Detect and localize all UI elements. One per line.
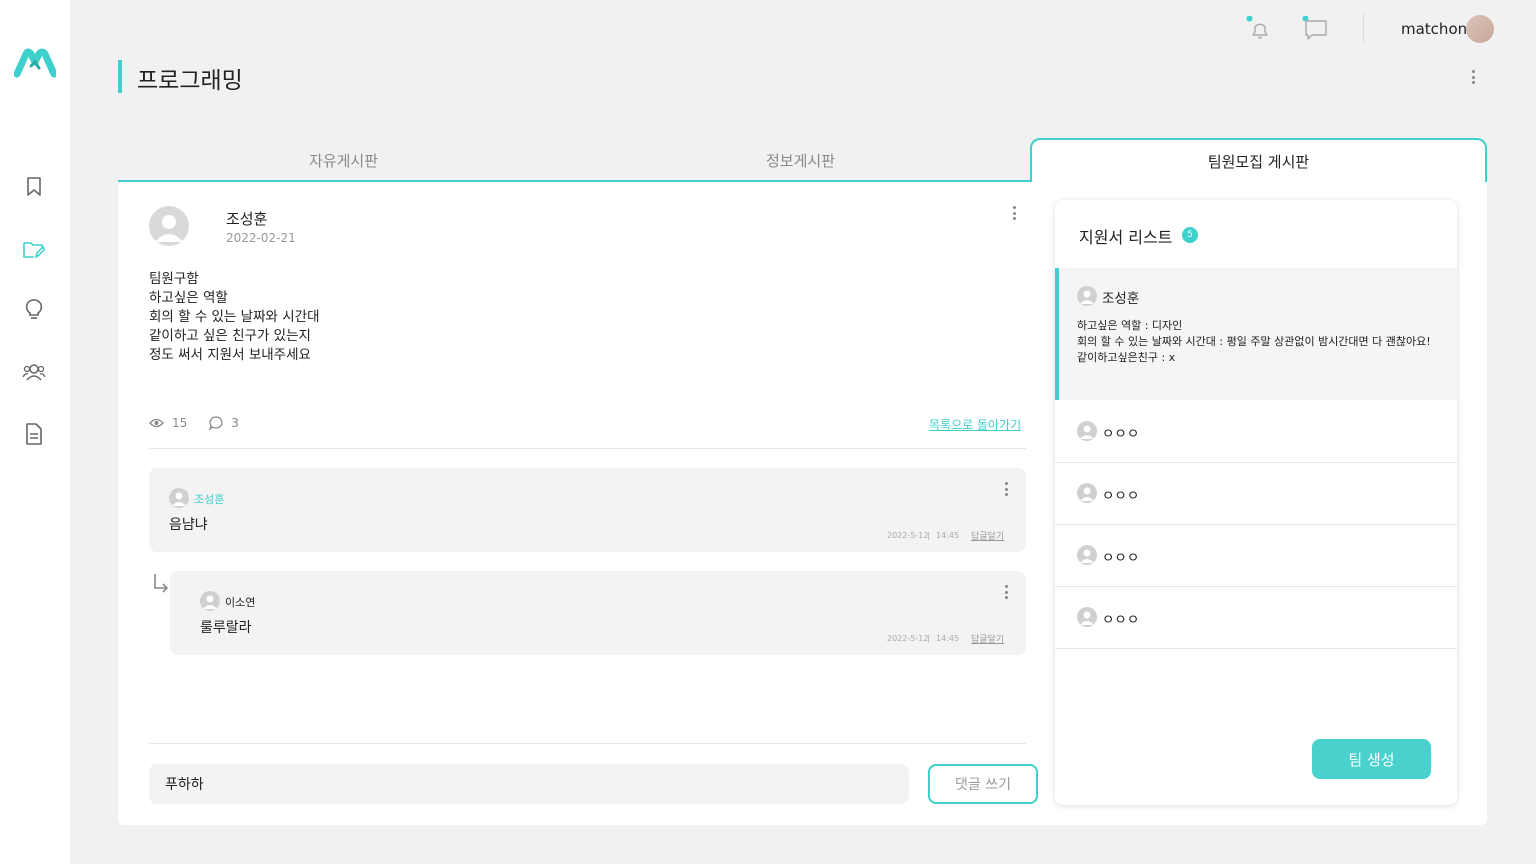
meta-separator: |: [927, 531, 930, 540]
comment-date: 2022-5-12: [887, 634, 929, 643]
sidebar: [0, 0, 70, 864]
application-detail-line: 회의 할 수 있는 날짜와 시간대 : 평일 주말 상관없이 밤시간대면 다 괜…: [1077, 335, 1431, 348]
logo[interactable]: [14, 48, 56, 78]
page-title: 프로그래밍: [137, 68, 243, 94]
avatar: [1077, 607, 1097, 627]
post-line: 정도 써서 지원서 보내주세요: [149, 347, 311, 363]
users-icon[interactable]: [22, 360, 46, 384]
avatar: [1077, 421, 1097, 441]
topbar-divider: [1363, 14, 1364, 44]
application-item[interactable]: ㅇㅇㅇ: [1055, 525, 1457, 587]
applicant-name: ㅇㅇㅇ: [1102, 612, 1140, 628]
application-details: 하고싶은 역할 : 디자인 회의 할 수 있는 날짜와 시간대 : 평일 주말 …: [1077, 318, 1442, 366]
reply-link[interactable]: 답글달기: [971, 632, 1004, 645]
application-detail-line: 하고싶은 역할 : 디자인: [1077, 319, 1183, 332]
post-line: 회의 할 수 있는 날짜와 시간대: [149, 309, 320, 325]
application-count-badge: 5: [1182, 227, 1198, 243]
view-count: 15: [172, 416, 188, 430]
avatar: [1077, 286, 1097, 306]
post-line: 팀원구함: [149, 271, 199, 287]
write-comment-button[interactable]: 댓글 쓰기: [928, 764, 1038, 804]
application-item[interactable]: ㅇㅇㅇ: [1055, 463, 1457, 525]
reply-comment: 이소연 룰루랄라 2022-5-12 | 14:45 답글달기: [170, 571, 1026, 655]
avatar: [200, 591, 220, 611]
bookmark-icon[interactable]: [22, 175, 46, 199]
post-author: 조성훈: [226, 210, 268, 228]
comment-input[interactable]: [149, 764, 909, 804]
create-team-button[interactable]: 팀 생성: [1312, 739, 1431, 779]
application-item[interactable]: 조성훈 하고싶은 역할 : 디자인 회의 할 수 있는 날짜와 시간대 : 평일…: [1055, 268, 1457, 400]
reply-link[interactable]: 답글달기: [971, 529, 1004, 542]
kebab-icon[interactable]: [1466, 68, 1480, 86]
lightbulb-icon[interactable]: [22, 298, 46, 322]
reply-arrow-icon: [154, 574, 169, 593]
folder-edit-icon[interactable]: [22, 237, 46, 261]
avatar: [1077, 545, 1097, 565]
application-item[interactable]: ㅇㅇㅇ: [1055, 587, 1457, 649]
comment-author: 조성훈: [194, 493, 225, 506]
comment-count: 3: [231, 416, 239, 430]
post-body: 팀원구함 하고싶은 역할 회의 할 수 있는 날짜와 시간대 같이하고 싶은 친…: [149, 270, 320, 365]
tab-team-recruit[interactable]: 팀원모집 게시판: [1030, 138, 1487, 182]
applicant-name: 조성훈: [1102, 291, 1140, 307]
comment-date: 2022-5-12: [887, 531, 929, 540]
title-accent-bar: [118, 60, 122, 93]
back-to-list-link[interactable]: 목록으로 돌아가기: [929, 416, 1021, 433]
avatar: [169, 488, 189, 508]
applicant-name: ㅇㅇㅇ: [1102, 550, 1140, 566]
comment-time: 14:45: [936, 634, 960, 643]
applicant-name: ㅇㅇㅇ: [1102, 488, 1140, 504]
avatar: [1077, 483, 1097, 503]
application-detail-line: 같이하고싶은친구 : x: [1077, 351, 1176, 364]
eye-icon: [149, 418, 164, 428]
tab-free-board[interactable]: 자유게시판: [309, 150, 378, 171]
post-line: 하고싶은 역할: [149, 290, 228, 306]
document-icon[interactable]: [22, 422, 46, 446]
tab-info-board[interactable]: 정보게시판: [766, 150, 835, 171]
post-date: 2022-02-21: [226, 231, 296, 245]
username[interactable]: matchon: [1401, 20, 1467, 38]
bell-icon[interactable]: [1246, 16, 1272, 42]
comment-text: 음냠냐: [169, 517, 208, 533]
comment-icon: [209, 416, 223, 430]
avatar: [149, 206, 189, 246]
divider: [149, 743, 1026, 744]
post-line: 같이하고 싶은 친구가 있는지: [149, 328, 311, 344]
post-kebab-icon[interactable]: [1007, 204, 1021, 222]
comment-time: 14:45: [936, 531, 960, 540]
post-stats: 15 3: [149, 416, 239, 430]
board-tabs: 자유게시판 정보게시판 팀원모집 게시판: [118, 138, 1487, 182]
applicant-name: ㅇㅇㅇ: [1102, 426, 1140, 442]
application-item[interactable]: ㅇㅇㅇ: [1055, 400, 1457, 463]
chat-icon[interactable]: [1302, 16, 1328, 42]
application-list-panel: 지원서 리스트 5 조성훈 하고싶은 역할 : 디자인 회의 할 수 있는 날짜…: [1055, 200, 1457, 805]
comment-text: 룰루랄라: [200, 620, 252, 636]
comment-author: 이소연: [225, 596, 256, 609]
comment: 조성훈 음냠냐 2022-5-12 | 14:45 답글달기: [149, 468, 1026, 552]
application-list-title: 지원서 리스트: [1079, 228, 1173, 247]
meta-separator: |: [927, 634, 930, 643]
comment-kebab-icon[interactable]: [999, 480, 1013, 498]
comment-kebab-icon[interactable]: [999, 583, 1013, 601]
user-avatar[interactable]: [1466, 15, 1494, 43]
divider: [149, 448, 1026, 449]
